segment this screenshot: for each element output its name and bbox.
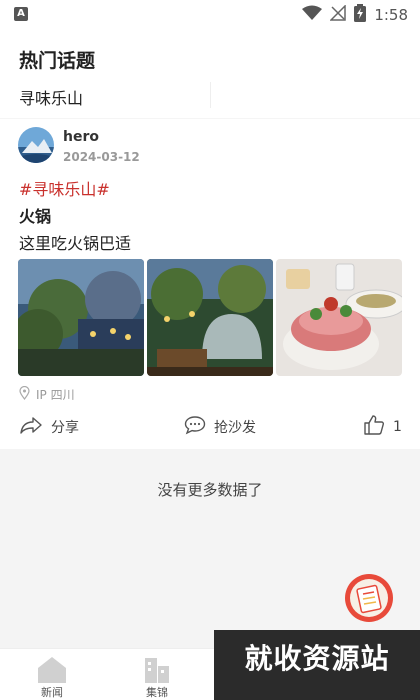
post-image-hotpot[interactable] bbox=[276, 259, 402, 376]
nav-item-highlights[interactable]: 集锦 bbox=[127, 653, 187, 699]
avatar[interactable] bbox=[18, 127, 54, 163]
post-date: 2024-03-12 bbox=[63, 150, 140, 164]
status-indicators: 1:58 bbox=[302, 4, 408, 26]
like-button[interactable]: 1 bbox=[363, 415, 402, 439]
like-count: 1 bbox=[393, 419, 402, 435]
signal-off-icon bbox=[329, 4, 347, 25]
post-card[interactable]: hero 2024-03-12 #寻味乐山# 火锅 这里吃火锅巴适 IP 四川 … bbox=[0, 119, 420, 449]
notification-app-icon: A bbox=[14, 7, 28, 21]
page-header: 热门话题 寻味乐山 bbox=[0, 30, 420, 118]
post-title: 火锅 bbox=[19, 207, 52, 226]
nav-label-highlights: 集锦 bbox=[146, 686, 168, 699]
nav-item-news[interactable]: 新闻 bbox=[22, 653, 82, 699]
share-label: 分享 bbox=[51, 420, 79, 436]
watermark-banner: 就收资源站 bbox=[214, 630, 420, 700]
wifi-icon bbox=[302, 5, 323, 25]
status-time: 1:58 bbox=[374, 6, 408, 24]
location-pin-icon bbox=[19, 385, 30, 403]
share-button[interactable]: 分享 bbox=[19, 415, 79, 439]
status-bar: A 1:58 bbox=[0, 0, 420, 30]
location-row: IP 四川 bbox=[19, 385, 75, 403]
share-icon bbox=[19, 415, 43, 439]
tab-topic[interactable]: 寻味乐山 bbox=[19, 85, 83, 109]
post-image-terrace[interactable] bbox=[147, 259, 273, 376]
nav-label-news: 新闻 bbox=[41, 686, 63, 699]
author-name[interactable]: hero bbox=[63, 129, 99, 145]
battery-charging-icon bbox=[354, 4, 367, 26]
tab-divider bbox=[210, 82, 211, 108]
post-body: 这里吃火锅巴适 bbox=[19, 234, 132, 253]
thumbs-up-icon bbox=[363, 414, 385, 440]
comment-button[interactable]: 抢沙发 bbox=[184, 415, 256, 439]
comment-label: 抢沙发 bbox=[214, 420, 256, 436]
no-more-data-text: 没有更多数据了 bbox=[157, 481, 263, 499]
post-hashtag[interactable]: #寻味乐山# bbox=[19, 176, 110, 200]
floating-promo-icon[interactable] bbox=[344, 573, 394, 623]
post-image-garden[interactable] bbox=[18, 259, 144, 376]
location-text: IP 四川 bbox=[36, 387, 75, 402]
comment-icon bbox=[184, 415, 206, 439]
page-title: 热门话题 bbox=[19, 50, 96, 72]
